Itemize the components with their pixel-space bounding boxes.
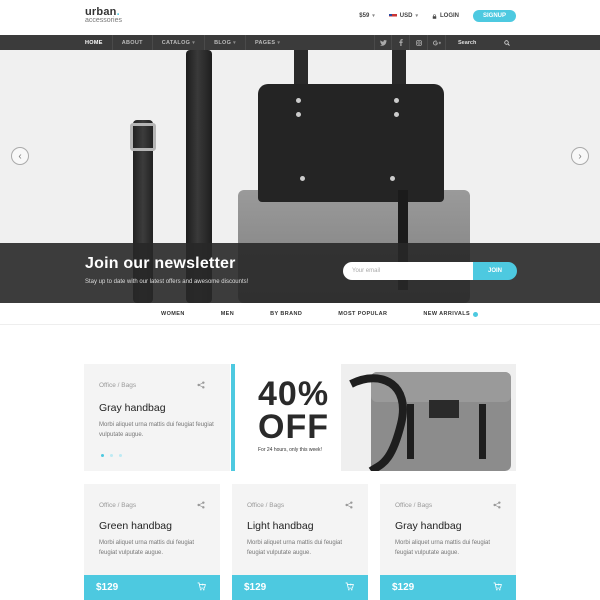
cart-icon[interactable] <box>197 582 206 593</box>
carousel-dot[interactable] <box>119 454 122 457</box>
carousel-dot[interactable] <box>101 454 104 457</box>
cart-icon[interactable] <box>345 582 354 593</box>
promo-headline: 40% OFF <box>258 375 330 446</box>
price-bar[interactable]: $129 <box>232 575 368 600</box>
chevron-down-icon: ▾ <box>233 39 236 46</box>
share-icon[interactable] <box>345 501 353 511</box>
product-description: Morbi aliquet urna mattis dui feugiat fe… <box>99 422 214 438</box>
signup-button[interactable]: SIGNUP <box>472 10 516 22</box>
cart-icon[interactable] <box>493 582 502 593</box>
main-nav: HOME ABOUT CATALOG ▾ BLOG ▾ PAGES ▾ Search <box>0 35 600 50</box>
share-icon[interactable] <box>197 381 205 391</box>
language-value: USD <box>399 13 413 19</box>
nav-item-blog[interactable]: BLOG ▾ <box>205 35 246 50</box>
promo-accent-bar <box>231 364 235 471</box>
featured-section: Office / Bags Gray handbag Morbi aliquet… <box>84 364 516 471</box>
us-flag-icon <box>388 13 397 19</box>
product-price: $129 <box>392 582 415 593</box>
nav-menu: HOME ABOUT CATALOG ▾ BLOG ▾ PAGES ▾ <box>85 35 289 50</box>
login-label: LOGIN <box>439 13 459 19</box>
category-new-arrivals[interactable]: NEW ARRIVALS <box>405 303 496 325</box>
product-category[interactable]: Office / Bags <box>99 502 136 509</box>
logo-subtitle: accessories <box>85 17 122 24</box>
twitter-icon[interactable] <box>374 35 392 50</box>
login-link[interactable]: LOGIN <box>432 13 459 19</box>
chevron-down-icon: ▾ <box>372 13 375 19</box>
currency-value: $59 <box>359 13 370 19</box>
join-button[interactable]: JOIN <box>473 262 517 280</box>
product-card[interactable]: Office / Bags Gray handbag Morbi aliquet… <box>380 484 516 600</box>
promo-banner[interactable]: 40% OFF For 24 hours, only this week! <box>231 364 516 471</box>
category-women[interactable]: WOMEN <box>143 303 203 325</box>
email-field[interactable]: Your email <box>343 262 473 280</box>
product-description: Morbi aliquet urna mattis dui feugiat fe… <box>395 540 491 556</box>
category-most-popular[interactable]: MOST POPULAR <box>320 303 405 325</box>
slider-prev-button[interactable]: ‹ <box>11 147 29 165</box>
product-title[interactable]: Light handbag <box>247 520 314 532</box>
google-plus-icon[interactable] <box>428 35 446 50</box>
chevron-down-icon: ▾ <box>192 39 196 46</box>
logo[interactable]: urban. accessories <box>85 6 122 24</box>
share-icon[interactable] <box>493 501 501 511</box>
product-price: $129 <box>96 582 119 593</box>
share-icon[interactable] <box>197 501 205 511</box>
newsletter-title: Join our newsletter <box>85 255 236 272</box>
price-bar[interactable]: $129 <box>84 575 220 600</box>
promo-subtext: For 24 hours, only this week! <box>258 447 322 453</box>
chevron-down-icon: ▾ <box>415 13 418 19</box>
slider-next-button[interactable]: › <box>571 147 589 165</box>
product-description: Morbi aliquet urna mattis dui feugiat fe… <box>247 540 343 556</box>
search-placeholder: Search <box>458 39 477 46</box>
topbar: $59 ▾ USD ▾ LOGIN SIGNUP <box>359 10 516 22</box>
hero-image-bag-flap <box>258 84 444 202</box>
currency-selector[interactable]: $59 ▾ <box>359 13 375 19</box>
price-bar[interactable]: $129 <box>380 575 516 600</box>
product-description: Morbi aliquet urna mattis dui feugiat fe… <box>99 540 195 556</box>
featured-product-card[interactable]: Office / Bags Gray handbag Morbi aliquet… <box>84 364 230 471</box>
site-header: urban. accessories $59 ▾ USD ▾ LOGIN SIG… <box>0 0 600 34</box>
nav-item-catalog[interactable]: CATALOG ▾ <box>153 35 206 50</box>
facebook-icon[interactable] <box>392 35 410 50</box>
newsletter-form: Your email JOIN <box>343 262 517 280</box>
hero-image-buckle <box>130 123 156 151</box>
product-category[interactable]: Office / Bags <box>99 382 136 389</box>
nav-item-pages[interactable]: PAGES ▾ <box>246 35 289 50</box>
newsletter-banner: Join our newsletter Stay up to date with… <box>0 243 600 303</box>
product-card[interactable]: Office / Bags Light handbag Morbi alique… <box>232 484 368 600</box>
product-card[interactable]: Office / Bags Green handbag Morbi alique… <box>84 484 220 600</box>
search-input[interactable]: Search <box>452 35 516 50</box>
promo-bag-image <box>341 364 516 471</box>
carousel-dot[interactable] <box>110 454 113 457</box>
newsletter-subtitle: Stay up to date with our latest offers a… <box>85 279 249 285</box>
chevron-down-icon: ▾ <box>277 39 281 46</box>
category-men[interactable]: MEN <box>203 303 252 325</box>
product-title[interactable]: Gray handbag <box>395 520 462 532</box>
lock-icon <box>432 13 437 19</box>
product-price: $129 <box>244 582 267 593</box>
language-selector[interactable]: USD ▾ <box>388 13 418 19</box>
search-icon[interactable] <box>504 39 510 46</box>
instagram-icon[interactable] <box>410 35 428 50</box>
social-links <box>374 35 446 50</box>
product-category[interactable]: Office / Bags <box>395 502 432 509</box>
product-title[interactable]: Green handbag <box>99 520 172 532</box>
new-badge-dot <box>473 311 479 317</box>
carousel-dots <box>101 454 122 457</box>
category-menu: WOMEN MEN BY BRAND MOST POPULAR NEW ARRI… <box>0 303 600 325</box>
nav-item-about[interactable]: ABOUT <box>113 35 153 50</box>
nav-item-home[interactable]: HOME <box>85 35 113 50</box>
product-category[interactable]: Office / Bags <box>247 502 284 509</box>
category-by-brand[interactable]: BY BRAND <box>252 303 320 325</box>
product-title[interactable]: Gray handbag <box>99 402 166 414</box>
